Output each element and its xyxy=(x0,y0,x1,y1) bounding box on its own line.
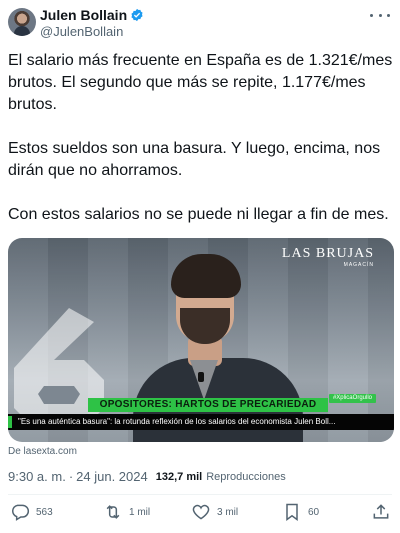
share-button[interactable] xyxy=(371,500,391,524)
link-source[interactable]: De lasexta.com xyxy=(8,446,77,457)
tweet-paragraph: El salario más frecuente en España es de… xyxy=(8,52,393,113)
channel-logo: LAS BRUJAS MAGACÍN xyxy=(282,246,374,268)
retweet-count: 1 mil xyxy=(129,506,151,518)
tweet-time[interactable]: 9:30 a. m. xyxy=(8,469,66,484)
author-name-row[interactable]: Julen Bollain xyxy=(40,7,144,23)
tweet-paragraph: Estos sueldos son una basura. Y luego, e… xyxy=(8,140,381,179)
bookmark-count: 60 xyxy=(308,506,320,518)
reply-count: 563 xyxy=(36,506,53,518)
divider xyxy=(8,494,392,495)
hashtag-badge: #XplicaOrgullo xyxy=(328,394,376,403)
microphone xyxy=(198,372,204,382)
avatar[interactable] xyxy=(8,8,36,36)
views-label: Reproducciones xyxy=(206,470,286,483)
retweet-icon xyxy=(106,505,120,519)
reply-button[interactable]: 563 xyxy=(10,500,53,524)
tweet-meta: 9:30 a. m. · 24 jun. 2024 132,7 mil Repr… xyxy=(8,469,286,484)
tweet-paragraph: Con estos salarios no se puede ni llegar… xyxy=(8,206,389,223)
retweet-button[interactable]: 1 mil xyxy=(103,500,150,524)
heart-icon xyxy=(192,504,210,520)
person-hair xyxy=(171,254,241,298)
bookmark-button[interactable]: 60 xyxy=(282,500,319,524)
tweet-date[interactable]: 24 jun. 2024 xyxy=(76,469,148,484)
verified-badge-icon xyxy=(131,8,143,22)
reply-icon xyxy=(12,504,30,521)
share-icon xyxy=(373,504,389,519)
caption-bar: "Es una auténtica basura": la rotunda re… xyxy=(8,414,394,430)
logo-brand: LAS BRUJAS xyxy=(281,246,374,261)
more-horizontal-icon[interactable] xyxy=(370,8,390,22)
author-name[interactable]: Julen Bollain xyxy=(40,7,127,23)
tweet-header: Julen Bollain @JulenBollain xyxy=(0,0,400,44)
headline-bar: OPOSITORES: HARTOS DE PRECARIEDAD xyxy=(88,398,328,412)
bookmark-icon xyxy=(286,503,298,521)
logo-sub: MAGACÍN xyxy=(343,262,374,268)
like-button[interactable]: 3 mil xyxy=(191,500,238,524)
video-thumbnail[interactable]: LAS BRUJAS MAGACÍN #XplicaOrgullo OPOSIT… xyxy=(8,238,394,442)
author-handle[interactable]: @JulenBollain xyxy=(40,24,123,39)
like-count: 3 mil xyxy=(217,506,239,518)
action-bar: 563 1 mil 3 mil 60 xyxy=(0,500,400,526)
views-count: 132,7 mil xyxy=(155,470,203,483)
tweet-text: El salario más frecuente en España es de… xyxy=(8,50,396,226)
meta-separator: · xyxy=(68,469,74,484)
